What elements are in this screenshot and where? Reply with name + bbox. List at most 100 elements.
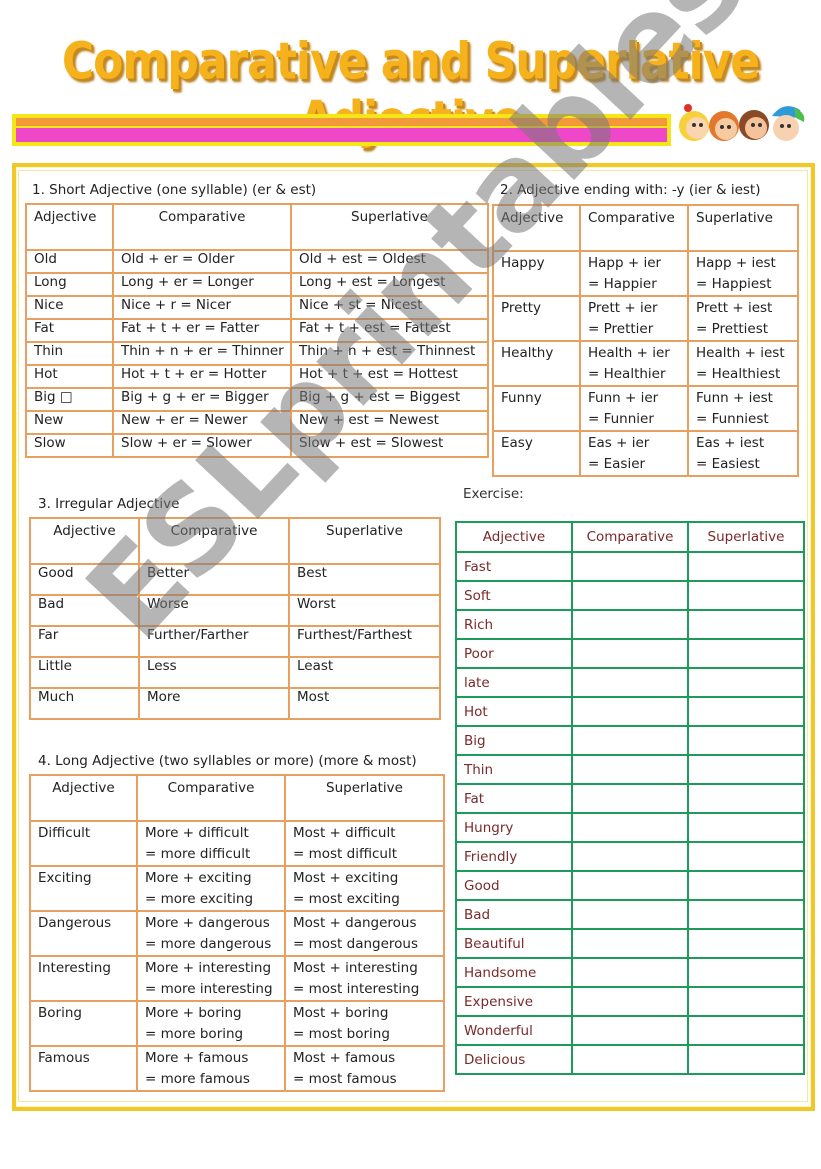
adjective-cell: Little: [29, 656, 140, 689]
y-ending-adjective-table: Adjective Comparative Superlative Happy H…: [492, 204, 799, 477]
exercise-row: Delicious: [455, 1044, 805, 1075]
table-row: Bad Worse Worst: [29, 594, 441, 627]
table-row: Little Less Least: [29, 656, 441, 689]
superlative-formula: Most + exciting: [293, 870, 399, 886]
adjective-cell: Big □: [25, 387, 114, 412]
superlative-cell: Slow + est = Slowest: [290, 433, 489, 458]
comparative-formula: Happ + ier: [588, 255, 662, 271]
table-header-row: Adjective Comparative Superlative: [29, 517, 441, 565]
adjective-cell: Thin: [25, 341, 114, 366]
table-row: Exciting More + exciting = more exciting Mo…: [29, 865, 445, 912]
comparative-answer-field[interactable]: [571, 754, 689, 785]
orange-stripe: [16, 118, 667, 126]
exercise-adjective-cell: Hungry: [455, 812, 573, 843]
comparative-formula: Health + ier: [588, 345, 670, 361]
superlative-answer-field[interactable]: [687, 899, 805, 930]
superlative-answer-field[interactable]: [687, 928, 805, 959]
section4-heading: 4. Long Adjective (two syllables or more…: [38, 753, 417, 769]
header-superlative: Superlative: [284, 774, 445, 822]
exercise-adjective-cell: Good: [455, 870, 573, 901]
comparative-answer-field[interactable]: [571, 725, 689, 756]
comparative-answer-field[interactable]: [571, 638, 689, 669]
comparative-answer-field[interactable]: [571, 899, 689, 930]
superlative-formula: Health + iest: [696, 345, 785, 361]
header-adjective: Adjective: [29, 517, 140, 565]
comparative-formula: More + famous: [145, 1050, 249, 1066]
comparative-answer-field[interactable]: [571, 609, 689, 640]
superlative-cell: Thin + n + est = Thinnest: [290, 341, 489, 366]
adjective-cell: Pretty: [492, 295, 581, 342]
superlative-cell: Funn + iest = Funniest: [687, 385, 799, 432]
superlative-formula: Most + boring: [293, 1005, 389, 1021]
exercise-adjective-cell: Handsome: [455, 957, 573, 988]
adjective-cell: Bad: [29, 594, 140, 627]
comparative-cell: Prett + ier = Prettier: [579, 295, 689, 342]
exercise-adjective-cell: Bad: [455, 899, 573, 930]
superlative-answer-field[interactable]: [687, 986, 805, 1017]
superlative-answer-field[interactable]: [687, 754, 805, 785]
table-row: Old Old + er = Older Old + est = Oldest: [25, 249, 489, 274]
comparative-answer-field[interactable]: [571, 696, 689, 727]
superlative-answer-field[interactable]: [687, 783, 805, 814]
comparative-cell: Health + ier = Healthier: [579, 340, 689, 387]
table-row: Funny Funn + ier = Funnier Funn + iest = Fun…: [492, 385, 799, 432]
exercise-adjective-cell: Soft: [455, 580, 573, 611]
adjective-cell: Dangerous: [29, 910, 138, 957]
superlative-answer-field[interactable]: [687, 1015, 805, 1046]
exercise-adjective-cell: Thin: [455, 754, 573, 785]
superlative-cell: Least: [288, 656, 441, 689]
superlative-answer-field[interactable]: [687, 957, 805, 988]
comparative-answer-field[interactable]: [571, 1044, 689, 1075]
comparative-answer-field[interactable]: [571, 783, 689, 814]
superlative-answer-field[interactable]: [687, 609, 805, 640]
table-row: New New + er = Newer New + est = Newest: [25, 410, 489, 435]
exercise-row: late: [455, 667, 805, 698]
comparative-cell: Less: [138, 656, 290, 689]
header-comparative: Comparative: [571, 521, 689, 553]
exercise-adjective-cell: Beautiful: [455, 928, 573, 959]
comparative-cell: Better: [138, 563, 290, 596]
comparative-formula: More + dangerous: [145, 915, 270, 931]
adjective-cell: New: [25, 410, 114, 435]
adjective-cell: Much: [29, 687, 140, 720]
table-row: Dangerous More + dangerous = more dangerou…: [29, 910, 445, 957]
superlative-answer-field[interactable]: [687, 551, 805, 582]
superlative-answer-field[interactable]: [687, 696, 805, 727]
comparative-answer-field[interactable]: [571, 667, 689, 698]
header-comparative: Comparative: [112, 203, 292, 251]
header-comparative: Comparative: [579, 204, 689, 252]
superlative-answer-field[interactable]: [687, 725, 805, 756]
exercise-row: Soft: [455, 580, 805, 611]
table-row: Long Long + er = Longer Long + est = Longe…: [25, 272, 489, 297]
exercise-row: Rich: [455, 609, 805, 640]
superlative-answer-field[interactable]: [687, 580, 805, 611]
exercise-adjective-cell: Hot: [455, 696, 573, 727]
superlative-answer-field[interactable]: [687, 870, 805, 901]
comparative-result: = more dangerous: [145, 936, 272, 952]
superlative-result: = Happiest: [696, 276, 772, 292]
superlative-answer-field[interactable]: [687, 841, 805, 872]
superlative-cell: Most: [288, 687, 441, 720]
superlative-answer-field[interactable]: [687, 638, 805, 669]
superlative-answer-field[interactable]: [687, 667, 805, 698]
comparative-answer-field[interactable]: [571, 551, 689, 582]
superlative-answer-field[interactable]: [687, 1044, 805, 1075]
comparative-answer-field[interactable]: [571, 870, 689, 901]
superlative-answer-field[interactable]: [687, 812, 805, 843]
superlative-result: = most exciting: [293, 891, 400, 907]
table-row: Boring More + boring = more boring Most + b…: [29, 1000, 445, 1047]
superlative-cell: Prett + iest = Prettiest: [687, 295, 799, 342]
comparative-answer-field[interactable]: [571, 957, 689, 988]
comparative-cell: Further/Farther: [138, 625, 290, 658]
comparative-answer-field[interactable]: [571, 986, 689, 1017]
superlative-cell: Most + exciting = most exciting: [284, 865, 445, 912]
comparative-answer-field[interactable]: [571, 1015, 689, 1046]
adjective-cell: Nice: [25, 295, 114, 320]
comparative-answer-field[interactable]: [571, 812, 689, 843]
comparative-answer-field[interactable]: [571, 580, 689, 611]
exercise-row: Hot: [455, 696, 805, 727]
comparative-answer-field[interactable]: [571, 841, 689, 872]
exercise-row: Expensive: [455, 986, 805, 1017]
comparative-answer-field[interactable]: [571, 928, 689, 959]
comparative-result: = more difficult: [145, 846, 251, 862]
